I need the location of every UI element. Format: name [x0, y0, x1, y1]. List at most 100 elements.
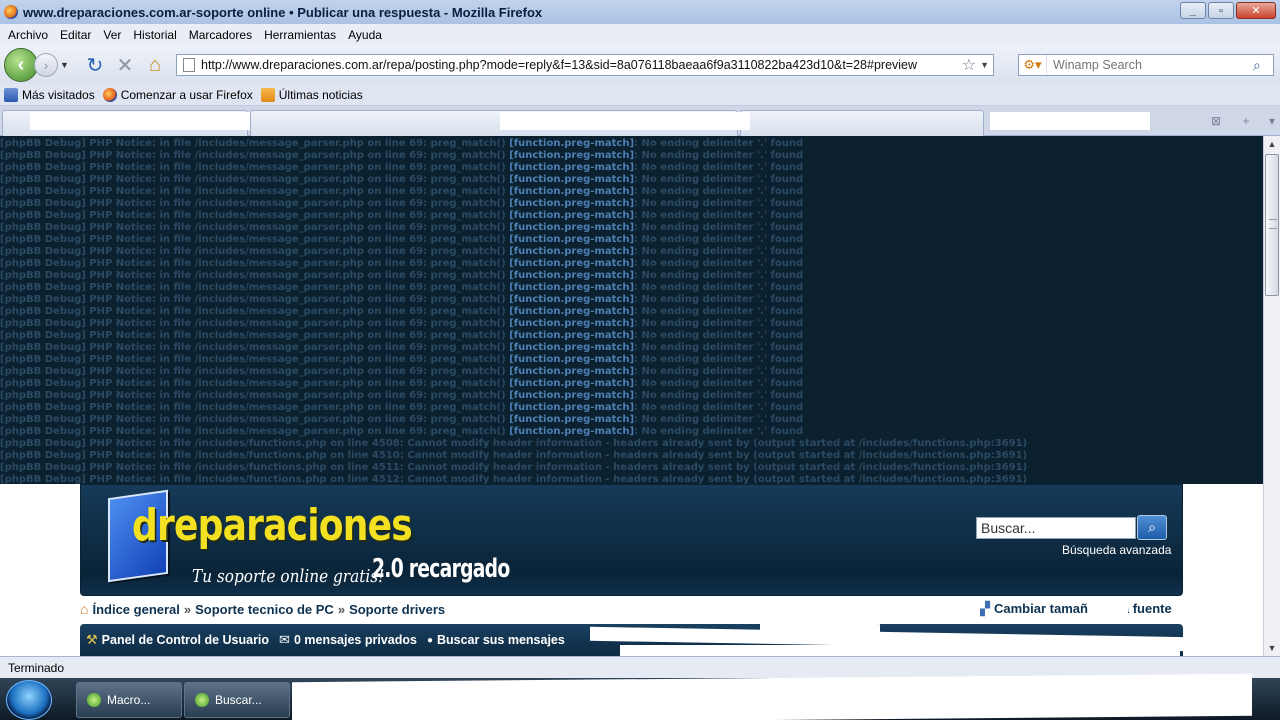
debug-function-link[interactable]: [function.preg-match] — [509, 426, 634, 437]
bookmark-star-icon[interactable]: ☆ — [962, 55, 976, 75]
url-text[interactable]: http://www.dreparaciones.com.ar/repa/pos… — [201, 58, 962, 72]
debug-function-link[interactable]: [function.preg-match] — [509, 366, 634, 377]
bookmark-ultimas-noticias[interactable]: Últimas noticias — [260, 87, 363, 102]
forum-search-input[interactable]: Buscar... — [976, 517, 1136, 539]
debug-function-link[interactable]: [function.preg-match] — [509, 294, 634, 305]
bookmark-comenzar-firefox[interactable]: Comenzar a usar Firefox — [102, 87, 253, 102]
rss-icon — [260, 87, 275, 102]
start-button[interactable] — [6, 680, 52, 720]
change-font-size-link[interactable]: ▞ Cambiar tamaño de la fuente — [980, 601, 1172, 617]
home-icon[interactable]: ⌂ — [140, 50, 170, 80]
debug-function-link[interactable]: [function.preg-match] — [509, 306, 634, 317]
taskbar-button[interactable]: Buscar... — [184, 682, 290, 718]
debug-function-link[interactable]: [function.preg-match] — [509, 234, 634, 245]
user-control-panel-link[interactable]: ⚒ Panel de Control de Usuario — [86, 632, 269, 648]
menu-historial[interactable]: Historial — [129, 28, 180, 42]
debug-call: preg_match() — [430, 138, 506, 149]
menu-marcadores[interactable]: Marcadores — [185, 28, 256, 42]
menu-ayuda[interactable]: Ayuda — [344, 28, 386, 42]
debug-function-link[interactable]: [function.preg-match] — [509, 246, 634, 257]
advanced-search-link[interactable]: Búsqueda avanzada — [1062, 543, 1171, 557]
tab[interactable] — [740, 110, 984, 136]
debug-message: : Cannot modify header information - hea… — [399, 462, 1028, 473]
debug-line: [phpBB Debug] PHP Notice: in file /inclu… — [0, 342, 1263, 354]
debug-function-link[interactable]: [function.preg-match] — [509, 342, 634, 353]
debug-function-link[interactable]: [function.preg-match] — [509, 210, 634, 221]
debug-function-link[interactable]: [function.preg-match] — [509, 390, 634, 401]
scroll-up-icon[interactable]: ▲ — [1264, 136, 1280, 152]
debug-in-file: in file — [159, 234, 192, 245]
debug-function-link[interactable]: [function.preg-match] — [509, 270, 634, 281]
debug-function-link[interactable]: [function.preg-match] — [509, 258, 634, 269]
debug-function-link[interactable]: [function.preg-match] — [509, 354, 634, 365]
debug-function-link[interactable]: [function.preg-match] — [509, 282, 634, 293]
logo-name[interactable]: dreparaciones — [132, 500, 413, 551]
debug-function-link[interactable]: [function.preg-match] — [509, 402, 634, 413]
debug-message: : No ending delimiter '.' found — [634, 150, 804, 161]
new-tab-icon[interactable]: + — [1236, 112, 1256, 130]
close-button[interactable]: ✕ — [1236, 2, 1276, 19]
debug-in-file: in file — [159, 390, 192, 401]
breadcrumb-index[interactable]: Índice general — [92, 602, 179, 617]
debug-function-link[interactable]: [function.preg-match] — [509, 150, 634, 161]
scroll-thumb[interactable] — [1265, 154, 1279, 296]
vertical-scrollbar[interactable]: ▲ ▼ — [1263, 136, 1280, 656]
debug-call: preg_match() — [430, 318, 506, 329]
debug-line: [phpBB Debug] PHP Notice: in file /inclu… — [0, 270, 1263, 282]
debug-function-link[interactable]: [function.preg-match] — [509, 378, 634, 389]
forward-button[interactable]: › — [34, 53, 58, 77]
debug-line: [phpBB Debug] PHP Notice: in file /inclu… — [0, 162, 1263, 174]
arrow-left-icon: ‹ — [17, 53, 25, 76]
debug-line: [phpBB Debug] PHP Notice: in file /inclu… — [0, 474, 1263, 484]
debug-line: [phpBB Debug] PHP Notice: in file /inclu… — [0, 198, 1263, 210]
debug-function-link[interactable]: [function.preg-match] — [509, 162, 634, 173]
menu-ver[interactable]: Ver — [99, 28, 125, 42]
search-engine-icon[interactable]: ⚙▾ — [1019, 55, 1047, 75]
reload-icon[interactable]: ↻ — [80, 50, 110, 80]
bookmark-mas-visitados[interactable]: Más visitados — [4, 87, 95, 102]
taskbar-label: Buscar... — [215, 693, 262, 707]
minimize-button[interactable]: _ — [1180, 2, 1206, 19]
debug-function-link[interactable]: [function.preg-match] — [509, 186, 634, 197]
menu-editar[interactable]: Editar — [56, 28, 95, 42]
debug-function-link[interactable]: [function.preg-match] — [509, 174, 634, 185]
tab-redacted-area — [990, 112, 1150, 130]
menu-herramientas[interactable]: Herramientas — [260, 28, 340, 42]
debug-call: preg_match() — [430, 162, 506, 173]
search-icon[interactable]: ⌕ — [1253, 57, 1273, 74]
debug-function-link[interactable]: [function.preg-match] — [509, 318, 634, 329]
nav-label: Buscar sus mensajes — [436, 633, 565, 647]
menu-archivo[interactable]: Archivo — [4, 28, 52, 42]
debug-prefix: [phpBB Debug] PHP Notice: — [0, 162, 156, 173]
debug-prefix: [phpBB Debug] PHP Notice: — [0, 450, 156, 461]
breadcrumb-soporte-drivers[interactable]: Soporte drivers — [349, 602, 445, 617]
tab-list-icon[interactable]: ▾ — [1262, 112, 1280, 130]
debug-function-link[interactable]: [function.preg-match] — [509, 414, 634, 425]
back-button[interactable]: ‹ — [4, 48, 38, 82]
tab-close-icon[interactable]: ⊠ — [1206, 112, 1226, 130]
debug-on-line: on line — [367, 294, 406, 305]
maximize-button[interactable]: ▫ — [1208, 2, 1234, 19]
debug-message: : No ending delimiter '.' found — [634, 174, 804, 185]
url-dropdown-icon[interactable]: ▼ — [980, 60, 989, 70]
search-bar[interactable]: ⚙▾ ⌕ — [1018, 54, 1274, 76]
debug-function-link[interactable]: [function.preg-match] — [509, 222, 634, 233]
debug-function-link[interactable]: [function.preg-match] — [509, 330, 634, 341]
taskbar-button[interactable]: Macro... — [76, 682, 182, 718]
debug-function-link[interactable]: [function.preg-match] — [509, 198, 634, 209]
scroll-down-icon[interactable]: ▼ — [1264, 640, 1280, 656]
url-bar[interactable]: http://www.dreparaciones.com.ar/repa/pos… — [176, 54, 994, 76]
debug-line: [phpBB Debug] PHP Notice: in file /inclu… — [0, 366, 1263, 378]
debug-function-link[interactable]: [function.preg-match] — [509, 138, 634, 149]
debug-call: preg_match() — [430, 234, 506, 245]
forum-search-button[interactable]: ⌕ — [1137, 515, 1167, 540]
private-messages-link[interactable]: ✉ 0 mensajes privados — [279, 632, 417, 648]
search-own-posts-link[interactable]: ● Buscar sus mensajes — [427, 633, 565, 647]
history-dropdown-icon[interactable]: ▼ — [60, 60, 70, 70]
search-input[interactable] — [1047, 58, 1253, 72]
debug-message: : No ending delimiter '.' found — [634, 210, 804, 221]
debug-message: : No ending delimiter '.' found — [634, 294, 804, 305]
debug-file: /includes/message_parser.php — [194, 378, 364, 389]
breadcrumb-soporte-pc[interactable]: Soporte tecnico de PC — [195, 602, 334, 617]
stop-icon[interactable]: ✕ — [110, 50, 140, 80]
